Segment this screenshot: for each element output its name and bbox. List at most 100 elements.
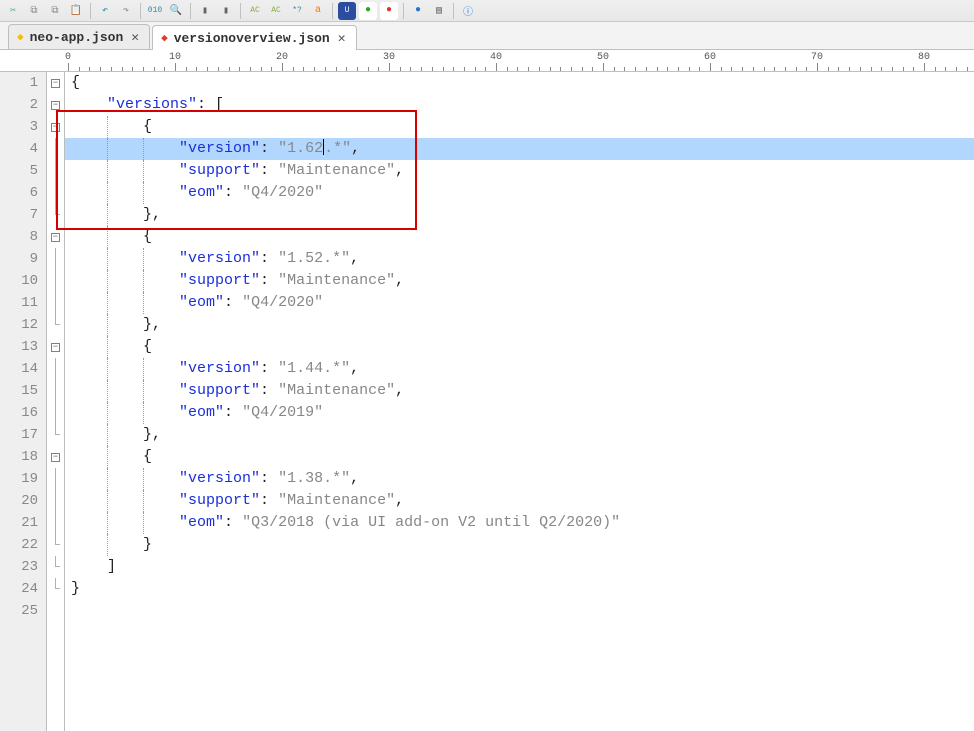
ruler-segment: 010: [68, 50, 175, 71]
token-brace: }: [71, 580, 80, 597]
token-punct: :: [224, 184, 242, 201]
code-line[interactable]: {: [65, 226, 974, 248]
fold-marker[interactable]: −: [47, 336, 64, 358]
ruler-segment: 30: [282, 50, 389, 71]
fold-marker: [47, 248, 64, 270]
fold-minus-icon: −: [51, 79, 60, 88]
paste-icon[interactable]: 📋: [67, 2, 85, 20]
code-line[interactable]: "version": "1.44.*",: [65, 358, 974, 380]
code-line[interactable]: {: [65, 336, 974, 358]
info-icon[interactable]: ⓘ: [459, 2, 477, 20]
code-area[interactable]: { "versions": [ { "version": "1.62.*", "…: [65, 72, 974, 731]
token-brace: {: [143, 448, 152, 465]
tab-neo-app-json[interactable]: ◆neo-app.json✕: [8, 24, 150, 49]
code-line[interactable]: {: [65, 116, 974, 138]
token-key: "eom": [179, 294, 224, 311]
line-number: 11: [0, 292, 38, 314]
blue-icon[interactable]: ●: [409, 2, 427, 20]
fold-marker: [47, 270, 64, 292]
ruler-segment: 40: [389, 50, 496, 71]
tab-versionoverview-json[interactable]: ◆versionoverview.json✕: [152, 25, 356, 50]
bookmark2-icon[interactable]: ▮: [217, 2, 235, 20]
code-line[interactable]: },: [65, 314, 974, 336]
code-line[interactable]: }: [65, 534, 974, 556]
fold-marker[interactable]: −: [47, 72, 64, 94]
bookmark-icon[interactable]: ▮: [196, 2, 214, 20]
token-punct: :: [260, 382, 278, 399]
fold-marker[interactable]: −: [47, 226, 64, 248]
token-brace: },: [143, 426, 161, 443]
red-icon[interactable]: ●: [380, 2, 398, 20]
fold-marker[interactable]: −: [47, 94, 64, 116]
code-line[interactable]: "version": "1.62.*",: [65, 138, 974, 160]
green-icon[interactable]: ●: [359, 2, 377, 20]
redo-icon[interactable]: ↷: [117, 2, 135, 20]
fold-marker: [47, 512, 64, 534]
doc-icon[interactable]: ▤: [430, 2, 448, 20]
code-line[interactable]: "versions": [: [65, 94, 974, 116]
code-line[interactable]: },: [65, 204, 974, 226]
find-ac2-icon[interactable]: AC: [267, 2, 285, 20]
toolbar: ✂⧉⧉📋↶↷010🔍▮▮ACAC*?aU●●●▤ⓘ: [0, 0, 974, 22]
code-line[interactable]: "eom": "Q3/2018 (via UI add-on V2 until …: [65, 512, 974, 534]
line-number: 17: [0, 424, 38, 446]
ac-icon[interactable]: a: [309, 2, 327, 20]
line-number: 23: [0, 556, 38, 578]
code-line[interactable]: "support": "Maintenance",: [65, 270, 974, 292]
undo-icon[interactable]: ↶: [96, 2, 114, 20]
fold-marker: [47, 402, 64, 424]
toolbar-separator: [403, 3, 404, 19]
token-key: "support": [179, 382, 260, 399]
scissors-icon[interactable]: ✂: [4, 2, 22, 20]
fold-marker: [47, 556, 64, 578]
code-line[interactable]: ]: [65, 556, 974, 578]
code-line[interactable]: "support": "Maintenance",: [65, 160, 974, 182]
code-line[interactable]: "eom": "Q4/2020": [65, 292, 974, 314]
text-caret: [323, 139, 324, 155]
binary-icon[interactable]: 010: [146, 2, 164, 20]
fold-marker: [47, 424, 64, 446]
token-key: "version": [179, 250, 260, 267]
fold-marker: [47, 534, 64, 556]
toolbar-separator: [332, 3, 333, 19]
code-line[interactable]: "eom": "Q4/2019": [65, 402, 974, 424]
token-brace: },: [143, 206, 161, 223]
token-str: "Maintenance": [278, 382, 395, 399]
line-number: 8: [0, 226, 38, 248]
code-line[interactable]: {: [65, 446, 974, 468]
code-line[interactable]: [65, 600, 974, 622]
code-line[interactable]: "version": "1.52.*",: [65, 248, 974, 270]
code-line[interactable]: "eom": "Q4/2020": [65, 182, 974, 204]
code-line[interactable]: "support": "Maintenance",: [65, 380, 974, 402]
token-key: "support": [179, 162, 260, 179]
token-punct: :: [224, 294, 242, 311]
uc-icon[interactable]: U: [338, 2, 356, 20]
ruler-segment: 50: [496, 50, 603, 71]
token-brace: },: [143, 316, 161, 333]
token-brace: }: [143, 536, 152, 553]
line-number: 16: [0, 402, 38, 424]
wildcard-icon[interactable]: *?: [288, 2, 306, 20]
token-punct: :: [260, 162, 278, 179]
toolbar-separator: [453, 3, 454, 19]
code-line[interactable]: {: [65, 72, 974, 94]
fold-minus-icon: −: [51, 453, 60, 462]
code-line[interactable]: "version": "1.38.*",: [65, 468, 974, 490]
copy-icon[interactable]: ⧉: [25, 2, 43, 20]
copy2-icon[interactable]: ⧉: [46, 2, 64, 20]
ruler-segment: 20: [175, 50, 282, 71]
search-icon[interactable]: 🔍: [167, 2, 185, 20]
close-icon[interactable]: ✕: [336, 31, 348, 46]
token-punct: : [: [197, 96, 224, 113]
token-punct: ,: [350, 250, 359, 267]
fold-marker[interactable]: −: [47, 116, 64, 138]
code-line[interactable]: },: [65, 424, 974, 446]
close-icon[interactable]: ✕: [129, 30, 141, 45]
code-line[interactable]: }: [65, 578, 974, 600]
fold-marker[interactable]: −: [47, 446, 64, 468]
fold-marker: [47, 380, 64, 402]
fold-column: −−−−−−: [47, 72, 65, 731]
code-line[interactable]: "support": "Maintenance",: [65, 490, 974, 512]
line-number: 6: [0, 182, 38, 204]
find-ac-icon[interactable]: AC: [246, 2, 264, 20]
